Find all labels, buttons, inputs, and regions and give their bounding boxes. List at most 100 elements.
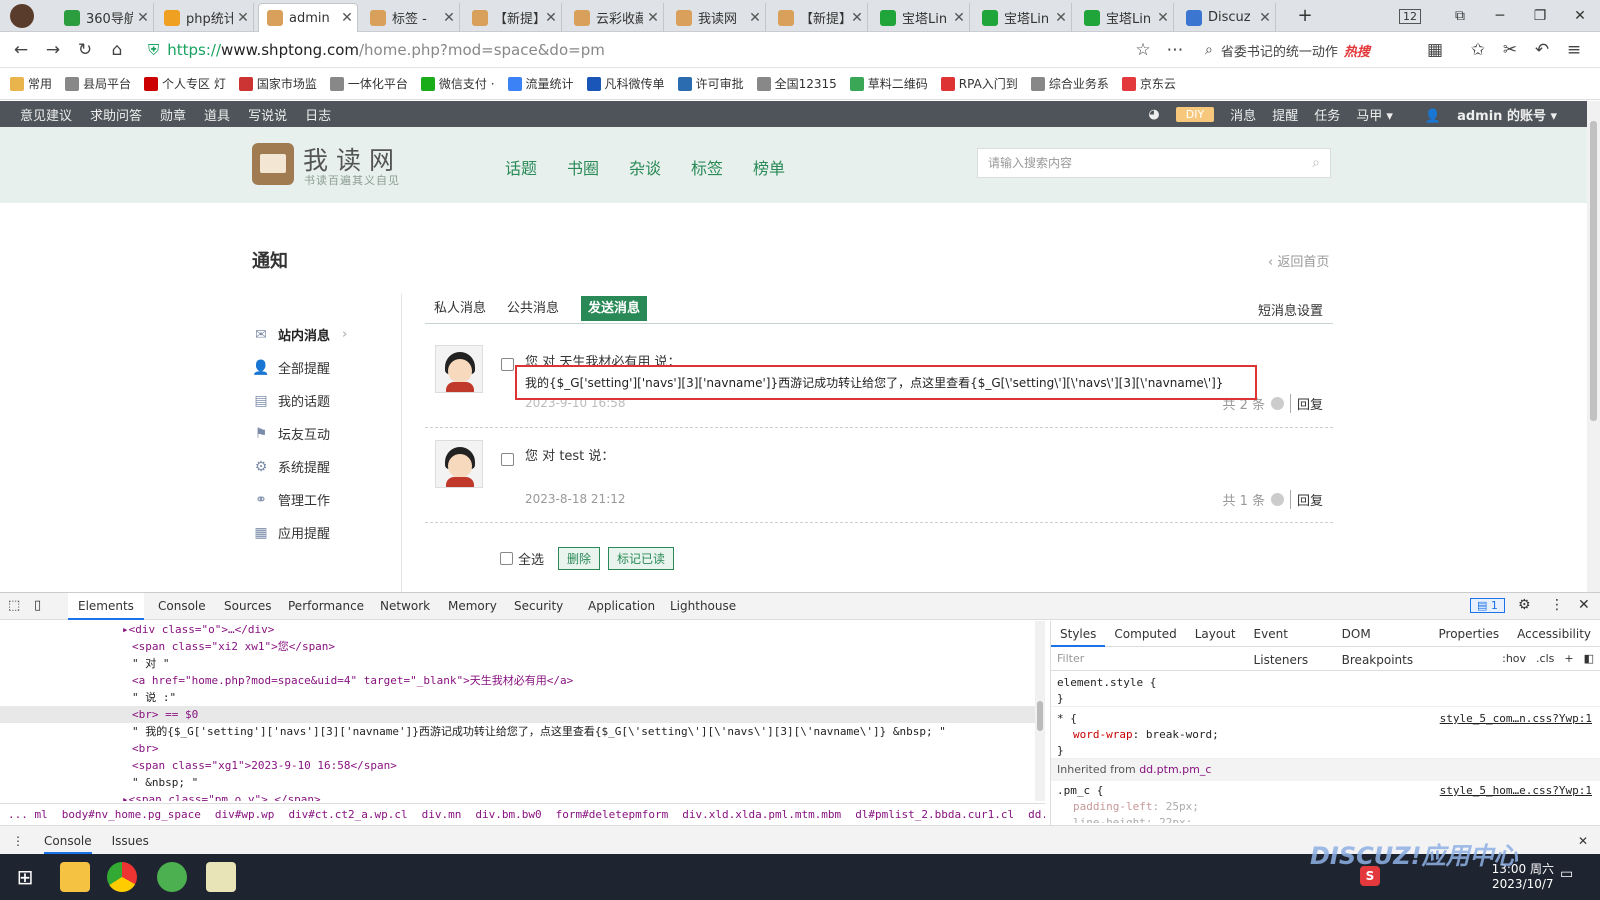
browser-avatar[interactable] (10, 4, 34, 28)
css-value[interactable]: 25px; (1166, 800, 1199, 813)
dom-node-line[interactable]: ▸<span class="pm_o_y">…</span> (0, 791, 1045, 801)
dom-node-line[interactable]: " &nbsp; " (0, 774, 1045, 791)
breadcrumb-item[interactable]: div.mn (422, 808, 462, 821)
breadcrumb-item[interactable]: div#wp.wp (215, 808, 275, 821)
minimize-button[interactable]: ─ (1485, 4, 1515, 28)
chevron-down-icon[interactable] (1270, 397, 1284, 410)
message-checkbox[interactable] (501, 453, 514, 466)
close-devtools-icon[interactable]: ✕ (1578, 597, 1590, 613)
bookmark-item[interactable]: 常用 (10, 75, 52, 92)
styles-tab[interactable]: DOM Breakpoints (1333, 621, 1430, 667)
close-tab-icon[interactable]: ✕ (949, 10, 969, 26)
scissors-icon[interactable]: ✂ (1497, 38, 1523, 62)
sidebar-item[interactable]: ⚙ 系统提醒 (252, 450, 402, 483)
topbar-reminders[interactable]: 提醒 (1272, 105, 1298, 124)
css-value[interactable]: break-word; (1146, 728, 1219, 741)
bookmark-item[interactable]: 京东云 (1121, 75, 1176, 92)
close-tab-icon[interactable]: ✕ (643, 10, 663, 26)
tab-public-messages[interactable]: 公共消息 (500, 296, 566, 321)
devtools-tab[interactable]: Sources (214, 593, 281, 620)
devtools-tab[interactable]: Performance (278, 593, 374, 620)
back-arrow-icon[interactable]: ← (8, 38, 34, 62)
site-search-input[interactable]: 请输入搜索内容 ⌕ (977, 148, 1331, 178)
scrollbar-thumb[interactable] (1590, 121, 1597, 421)
send-message-button[interactable]: 发送消息 (581, 296, 648, 321)
close-tab-icon[interactable]: ✕ (745, 10, 765, 26)
pm-settings-link[interactable]: 短消息设置 (1258, 300, 1323, 319)
breadcrumb-item[interactable]: div#ct.ct2_a.wp.cl (288, 808, 407, 821)
message-checkbox[interactable] (501, 358, 514, 371)
topbar-link[interactable]: 写说说 (248, 105, 287, 124)
avatar[interactable] (435, 440, 483, 488)
browser-tab[interactable]: 宝塔Lin ✕ (974, 3, 1072, 32)
browser-360-icon[interactable] (157, 862, 187, 892)
inherited-selector[interactable]: dd.ptm.pm_c (1139, 763, 1211, 776)
sidebar-item[interactable]: ⚭ 管理工作 (252, 483, 402, 516)
css-property[interactable]: padding-left (1073, 800, 1152, 813)
notification-icon[interactable]: ▭ (1560, 866, 1582, 888)
browser-tab[interactable]: php统计 ✕ (156, 3, 254, 32)
browser-tab[interactable]: 【新提】 ✕ (770, 3, 868, 32)
notepad-icon[interactable] (206, 862, 236, 892)
devtools-menu-icon[interactable]: ⋮ (1550, 597, 1564, 613)
dom-node-line[interactable]: <br> == $0 (0, 706, 1045, 723)
mark-read-button[interactable]: 标记已读 (608, 547, 675, 570)
breadcrumb-item[interactable]: div.bm.bw0 (475, 808, 541, 821)
styles-tab[interactable]: Properties (1430, 621, 1509, 647)
topbar-link[interactable]: 日志 (305, 105, 331, 124)
nav-topics[interactable]: 话题 (505, 155, 537, 179)
bookmark-item[interactable]: 全国12315 (756, 75, 837, 92)
bookmark-item[interactable]: 一体化平台 (329, 75, 408, 92)
devtools-tab[interactable]: Console (148, 593, 216, 620)
stylesheet-link[interactable]: style_5_hom…e.css?Ywp:1 (1440, 783, 1592, 799)
reply-link[interactable]: 回复 (1289, 394, 1323, 413)
styles-tab[interactable]: Styles (1051, 621, 1106, 647)
file-explorer-icon[interactable] (60, 862, 90, 892)
browser-tab[interactable]: 宝塔Lin ✕ (872, 3, 970, 32)
dom-node-line[interactable]: <a href="home.php?mod=space&uid=4" targe… (0, 672, 1045, 689)
add-rule-icon[interactable]: + (1564, 652, 1573, 665)
hov-toggle[interactable]: :hov (1502, 652, 1526, 665)
browser-tab[interactable]: 【新提】 ✕ (464, 3, 562, 32)
breadcrumb-item[interactable]: ... ml (8, 808, 48, 821)
close-tab-icon[interactable]: ✕ (847, 10, 867, 26)
styles-filter-input[interactable]: Filter :hov .cls + ◧ (1051, 647, 1600, 671)
devtools-tab[interactable]: Security (504, 593, 573, 620)
windows-start-icon[interactable]: ⊞ (10, 862, 40, 892)
tab-private-messages[interactable]: 私人消息 (427, 296, 493, 321)
sidebar-item[interactable]: ▤ 我的话题 (252, 384, 402, 417)
nav-chat[interactable]: 杂谈 (629, 155, 661, 179)
browser-tab[interactable]: 云彩收藏 ✕ (566, 3, 664, 32)
dom-node-line[interactable]: " 说 :" (0, 689, 1045, 706)
secure-shield-icon[interactable]: ⛨ (148, 41, 159, 59)
close-drawer-icon[interactable]: ✕ (1578, 834, 1588, 848)
book-logo-icon[interactable] (252, 143, 294, 185)
browser-tab[interactable]: Discuz ✕ (1178, 3, 1276, 32)
devtools-tab[interactable]: Network (370, 593, 440, 620)
message-user-link[interactable]: test (559, 449, 584, 464)
topbar-link[interactable]: 意见建议 (20, 105, 72, 124)
select-all-checkbox[interactable] (500, 552, 513, 565)
breadcrumb-item[interactable]: dl#pmlist_2.bbda.cur1.cl (855, 808, 1014, 821)
reload-icon[interactable]: ↻ (72, 38, 98, 62)
browser-tab[interactable]: 360导航 ✕ (56, 3, 154, 32)
more-icon[interactable]: ⋯ (1162, 38, 1188, 62)
devtools-tab[interactable]: Application (578, 593, 665, 620)
dom-node-line[interactable]: <br> (0, 740, 1045, 757)
drawer-menu-icon[interactable]: ⋮ (12, 834, 24, 848)
nav-tags[interactable]: 标签 (691, 155, 723, 179)
dom-node-line[interactable]: <span class="xi2 xw1">您</span> (0, 638, 1045, 655)
browser-tab[interactable]: 我读网 ✕ (668, 3, 766, 32)
styles-tab[interactable]: Event Listeners (1245, 621, 1333, 667)
sidebar-item[interactable]: ✉ 站内消息 › (252, 318, 402, 351)
drawer-tab-issues[interactable]: Issues (112, 834, 149, 848)
new-tab-button[interactable]: + (1290, 4, 1320, 28)
device-toggle-icon[interactable]: ▯ (34, 598, 41, 613)
topbar-link[interactable]: 道具 (204, 105, 230, 124)
menu-icon[interactable]: ≡ (1561, 38, 1587, 62)
styles-tab[interactable]: Computed (1105, 621, 1185, 647)
maximize-button[interactable]: ❐ (1525, 4, 1555, 28)
topbar-account[interactable]: 👤 admin 的账号 ▾ (1409, 105, 1557, 124)
close-tab-icon[interactable]: ✕ (1255, 10, 1275, 26)
reply-link[interactable]: 回复 (1289, 490, 1323, 509)
